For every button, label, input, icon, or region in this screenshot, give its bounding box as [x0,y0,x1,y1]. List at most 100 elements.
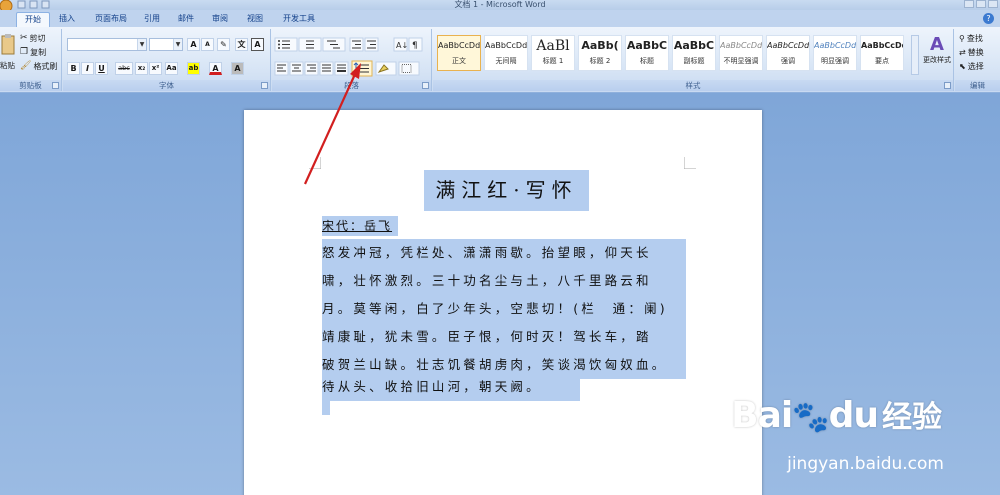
style-tile[interactable]: AaBbCcDd 要点 [860,35,904,71]
poem-line[interactable]: 靖康耻，犹未雪。臣子恨，何时灭！驾长车，踏 [322,323,686,351]
poem-line[interactable]: 待从头、收拾旧山河，朝天阙。 [322,373,580,401]
quick-access-toolbar[interactable] [0,0,70,13]
char-border-button[interactable]: A [251,38,264,51]
style-tile[interactable]: AaBbCcDd 明显强调 [813,35,857,71]
window-controls[interactable] [958,0,998,10]
change-styles-button[interactable]: A 更改样式 [921,35,953,77]
shrink-font-button[interactable]: A [201,38,214,51]
maximize-button[interactable] [976,0,986,8]
show-marks-icon[interactable]: ¶ [408,37,423,52]
office-button-icon[interactable] [0,0,70,13]
style-sample: AaBl [536,38,570,54]
paste-icon [1,34,15,55]
char-shading-button[interactable]: A [231,62,244,75]
increase-indent-icon[interactable] [364,37,379,52]
paste-button[interactable]: 粘贴 [0,33,16,73]
select-button[interactable]: ⬉ 选择 [959,60,984,73]
chevron-down-icon[interactable]: ▼ [173,39,182,50]
document-page[interactable]: 满江红·写怀 宋代：岳飞 怒发冲冠，凭栏处、潇潇雨歇。抬望眼，仰天长 啸，壮怀激… [244,110,762,495]
scissors-icon: ✂ [20,33,28,43]
grow-font-button[interactable]: A [187,38,200,51]
poem-author[interactable]: 宋代：岳飞 [322,216,399,236]
font-dialog-launcher[interactable] [261,82,268,89]
styles-dialog-launcher[interactable] [944,82,951,89]
font-name-combo[interactable]: ▼ [67,38,147,51]
subscript-button[interactable]: x₂ [135,62,148,75]
editing-group-label: 编辑 [955,80,1000,91]
tab-references[interactable]: 引用 [138,12,166,27]
style-tile[interactable]: AaBbCcDd 不明显强调 [719,35,763,71]
font-size-combo[interactable]: ▼ [149,38,183,51]
highlight-button[interactable]: ab [187,62,200,75]
style-name: 标题 2 [589,57,611,65]
style-name: 不明显强调 [723,57,759,65]
style-name: 要点 [875,57,889,65]
bullets-icon[interactable] [274,37,298,52]
italic-button[interactable]: I [81,62,94,75]
tab-view[interactable]: 视图 [241,12,269,27]
clipboard-dialog-launcher[interactable] [52,82,59,89]
clear-format-button[interactable]: ✎ [217,38,230,51]
editing-group: ⚲ 查找 ⇄ 替换 ⬉ 选择 编辑 [955,29,1000,91]
poem-line[interactable]: 啸，壮怀激烈。三十功名尘与土，八千里路云和 [322,267,686,295]
cut-button[interactable]: ✂ 剪切 [20,32,46,45]
style-sample: AaBbCcDd [720,41,762,50]
distributed-icon[interactable] [334,61,349,76]
shading-icon[interactable] [375,61,397,76]
paragraph-buttons[interactable]: A↓ ¶ [272,29,432,79]
tab-insert[interactable]: 插入 [54,12,80,27]
numbering-icon[interactable] [298,37,322,52]
borders-icon[interactable] [398,61,420,76]
minimize-button[interactable] [964,0,974,8]
font-group-label: 字体 [63,80,270,91]
bold-button[interactable]: B [67,62,80,75]
line-spacing-icon[interactable] [351,60,373,77]
tab-home[interactable]: 开始 [16,12,50,27]
strikethrough-button[interactable]: abc [115,62,133,75]
poem-line[interactable]: 怒发冲冠，凭栏处、潇潇雨歇。抬望眼，仰天长 [322,239,686,267]
font-group: ▼ ▼ A A ✎ 文 A B I U abc x₂ x² Aa ab A A … [63,29,271,91]
chevron-down-icon[interactable]: ▼ [137,39,146,50]
style-name: 强调 [781,57,795,65]
align-right-icon[interactable] [304,61,319,76]
poem-title[interactable]: 满江红·写怀 [424,170,589,211]
multilevel-list-icon[interactable] [322,37,346,52]
tab-page-layout[interactable]: 页面布局 [88,12,134,27]
window-title: 文档 1 - Microsoft Word [454,0,546,9]
tab-developer[interactable]: 开发工具 [276,12,322,27]
format-painter-button[interactable]: 🖌 格式刷 [20,60,57,73]
style-tile[interactable]: AaBbCcDd 强调 [766,35,810,71]
copy-button[interactable]: ❐ 复制 [20,46,46,59]
superscript-button[interactable]: x² [149,62,162,75]
selection-tail [322,401,330,415]
poem-line[interactable]: 月。莫等闲，白了少年头，空悲切！(栏 通：阑) [322,295,686,323]
font-color-button[interactable]: A [209,62,222,75]
decrease-indent-icon[interactable] [349,37,364,52]
align-center-icon[interactable] [289,61,304,76]
style-tile[interactable]: AaBbCcDd 正文 [437,35,481,71]
styles-group: AaBbCcDd 正文 AaBbCcDd 无间隔 AaBl 标题 1 AaBb(标题 2 Aa… [433,29,954,91]
close-button[interactable] [988,0,998,8]
ribbon-tabs: 开始 插入 页面布局 引用 邮件 审阅 视图 开发工具 ? [0,10,1000,27]
margin-corner-top-right [684,157,696,169]
style-tile[interactable]: AaBbCcDd 无间隔 [484,35,528,71]
tab-review[interactable]: 审阅 [206,12,234,27]
gallery-scroll[interactable] [911,35,919,75]
change-case-button[interactable]: Aa [165,62,178,75]
find-button[interactable]: ⚲ 查找 [959,32,983,45]
svg-text:¶: ¶ [412,41,418,51]
help-icon[interactable]: ? [983,13,994,24]
style-tile[interactable]: AaBb(标题 2 [578,35,622,71]
style-tile[interactable]: AaBl 标题 1 [531,35,575,71]
underline-button[interactable]: U [95,62,108,75]
replace-button[interactable]: ⇄ 替换 [959,46,984,59]
phonetic-guide-button[interactable]: 文 [235,38,248,51]
paragraph-dialog-launcher[interactable] [422,82,429,89]
align-left-icon[interactable] [274,61,289,76]
style-tile[interactable]: AaBbC 标题 [625,35,669,71]
style-tile[interactable]: AaBbC 副标题 [672,35,716,71]
tab-mailings[interactable]: 邮件 [172,12,200,27]
sort-icon[interactable]: A↓ [393,37,408,52]
style-name: 明显强调 [821,57,849,65]
justify-icon[interactable] [319,61,334,76]
